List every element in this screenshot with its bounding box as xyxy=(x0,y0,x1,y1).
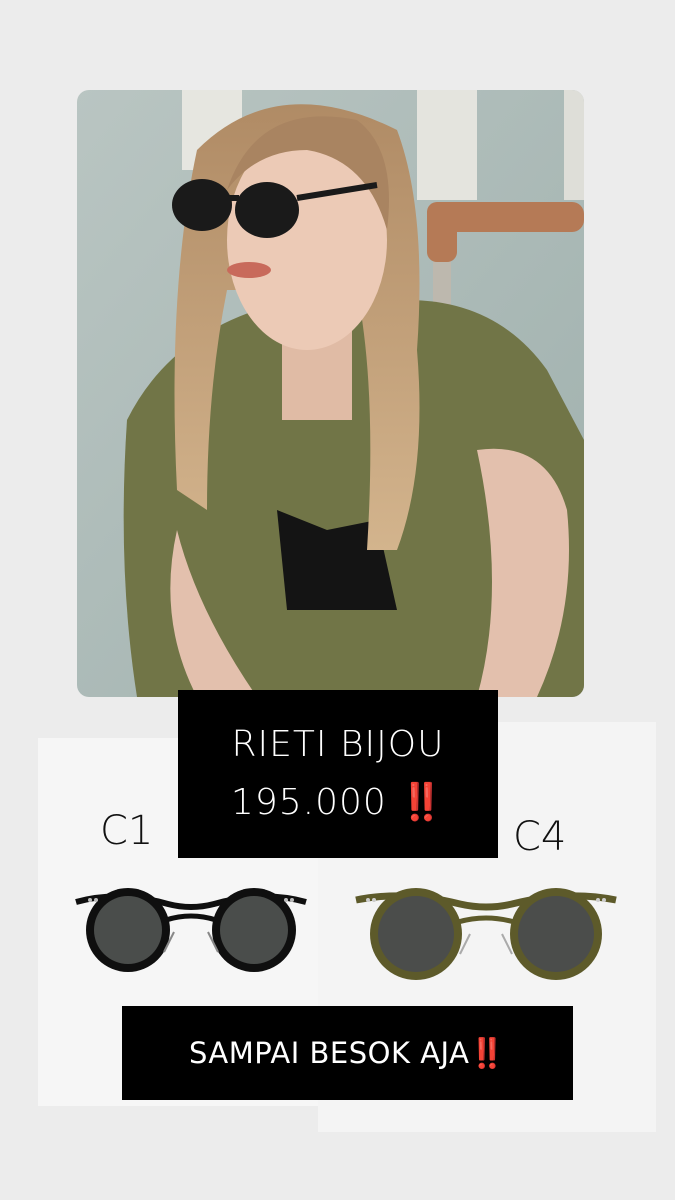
product-price: 195.000 xyxy=(230,782,387,823)
sunglasses-c1-icon xyxy=(75,888,307,972)
product-title-box: RIETI BIJOU 195.000 ‼️ xyxy=(178,690,498,858)
model-photo xyxy=(77,90,584,697)
price-alert-icon: ‼️ xyxy=(399,782,446,823)
cta-alert-icon: ‼️ xyxy=(469,1035,507,1070)
product-name: RIETI BIJOU xyxy=(231,724,445,765)
sunglasses-c4-icon xyxy=(355,888,617,980)
cta-banner: SAMPAI BESOK AJA ‼️ xyxy=(122,1006,573,1100)
cta-text: SAMPAI BESOK AJA xyxy=(188,1036,470,1070)
variant-label-c4: C4 xyxy=(513,814,567,860)
variant-label-c1: C1 xyxy=(100,808,154,854)
product-price-line: 195.000 ‼️ xyxy=(231,774,445,832)
